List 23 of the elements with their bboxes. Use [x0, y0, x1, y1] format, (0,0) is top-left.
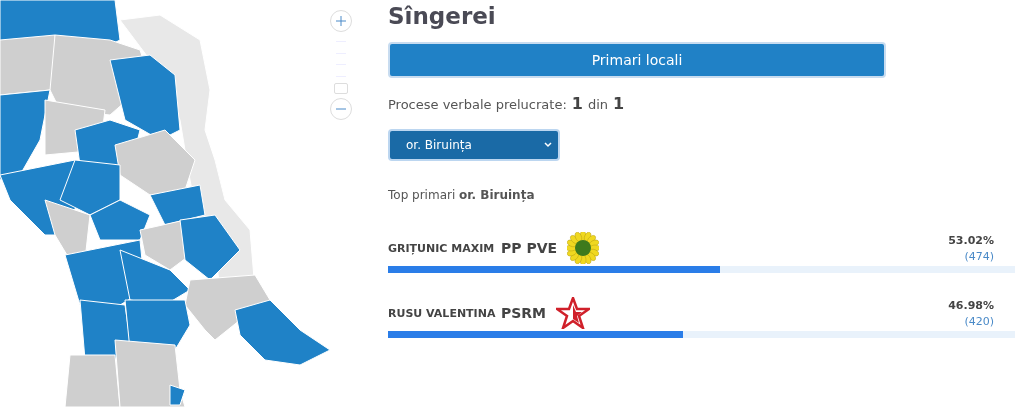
locality-select[interactable]: or. Biruința	[388, 129, 560, 161]
election-button[interactable]: Primari locali	[388, 42, 886, 78]
vote-percent: 53.02%	[948, 233, 994, 247]
vote-count: (474)	[964, 249, 994, 263]
region-title: Sîngerei	[388, 2, 497, 31]
party-name: PSRM	[501, 305, 547, 321]
candidate-name: RUSU VALENTINA	[388, 306, 497, 320]
zoom-in-button[interactable]	[330, 10, 352, 32]
processed-count: 1	[571, 94, 583, 113]
party-name: PP PVE	[501, 240, 558, 256]
plus-icon	[335, 15, 347, 27]
candidate-name: GRIȚUNIC MAXIM	[388, 241, 496, 255]
vote-count: (420)	[964, 314, 994, 328]
star-icon	[556, 297, 591, 329]
chevron-down-icon	[544, 142, 552, 148]
progress-label: Procese verbale prelucrate:	[388, 97, 567, 112]
zoom-handle[interactable]	[334, 83, 348, 94]
zoom-out-button[interactable]	[330, 98, 352, 120]
top-heading: Top primari or. Biruința	[388, 188, 536, 202]
sunflower-icon	[567, 232, 600, 264]
vote-percent: 46.98%	[948, 298, 994, 312]
of-label: din	[587, 97, 608, 112]
total-count: 1	[613, 94, 625, 113]
